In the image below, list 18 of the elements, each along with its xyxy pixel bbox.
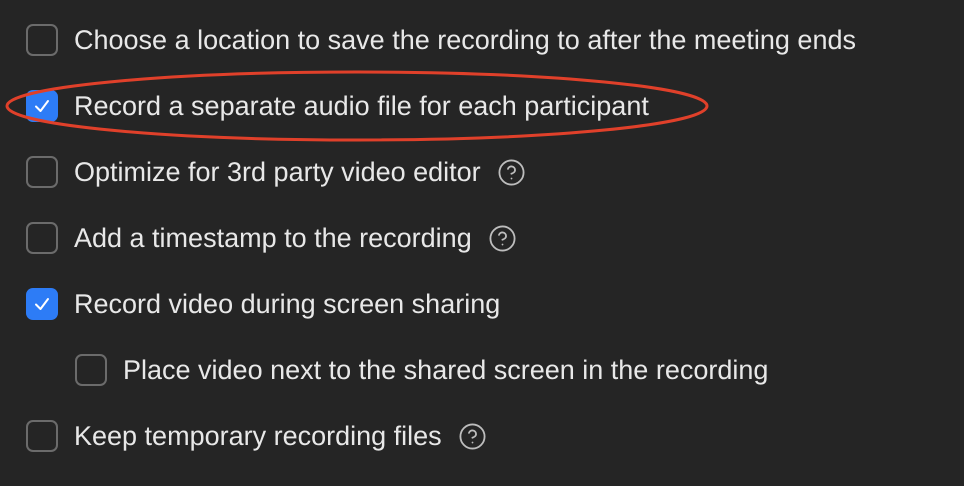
option-label: Choose a location to save the recording to after the meeting ends	[74, 24, 856, 57]
option-label: Record a separate audio file for each participant	[74, 90, 649, 123]
checkbox[interactable]	[26, 420, 58, 452]
checkbox[interactable]	[26, 24, 58, 56]
checkbox[interactable]	[26, 156, 58, 188]
option-label: Keep temporary recording files	[74, 420, 442, 453]
checkbox[interactable]	[26, 288, 58, 320]
option-label: Add a timestamp to the recording	[74, 222, 472, 255]
checkbox[interactable]	[75, 354, 107, 386]
checkbox[interactable]	[26, 222, 58, 254]
option-label: Place video next to the shared screen in the recording	[123, 354, 768, 387]
option-label: Record video during screen sharing	[74, 288, 500, 321]
checkmark-icon	[33, 97, 51, 115]
help-icon[interactable]	[488, 224, 517, 252]
checkmark-icon	[33, 295, 51, 313]
help-icon[interactable]	[458, 422, 487, 450]
help-icon[interactable]	[496, 158, 526, 186]
option-label: Optimize for 3rd party video editor	[74, 156, 481, 189]
